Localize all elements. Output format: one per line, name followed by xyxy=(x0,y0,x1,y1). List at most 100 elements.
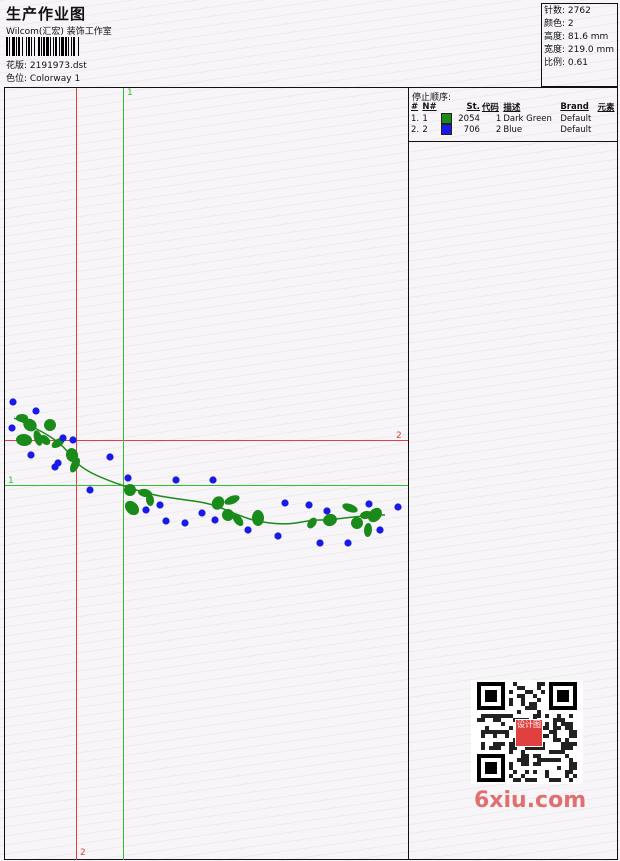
qr-module xyxy=(549,730,553,734)
stitch-count: 针数: 2762 xyxy=(544,6,591,16)
col-code: 代码 xyxy=(481,103,499,113)
qr-module xyxy=(493,730,497,734)
col-desc: 描述 xyxy=(503,103,521,113)
qr-module xyxy=(573,730,577,734)
qr-module xyxy=(525,754,529,758)
qr-module xyxy=(545,726,549,730)
blue-dot-motif xyxy=(9,398,17,406)
col-hash: # xyxy=(411,102,419,112)
qr-module xyxy=(509,766,513,770)
qr-module xyxy=(561,750,565,754)
qr-module xyxy=(573,774,577,778)
qr-module xyxy=(521,758,525,762)
leaf-motif xyxy=(342,503,358,513)
blue-dot-motif xyxy=(162,517,170,525)
qr-module xyxy=(569,778,573,782)
qr-module xyxy=(545,770,549,774)
col-n: N# xyxy=(422,102,437,112)
qr-module xyxy=(565,726,569,730)
embroidery-design xyxy=(8,398,402,547)
qr-module xyxy=(513,770,517,774)
blue-dot-motif xyxy=(106,453,114,461)
qr-module xyxy=(549,778,553,782)
qr-module xyxy=(557,718,561,722)
qr-module xyxy=(489,714,493,718)
qr-module xyxy=(565,742,569,746)
qr-finder xyxy=(485,762,497,774)
qr-module xyxy=(521,754,525,758)
qr-module xyxy=(481,714,485,718)
blue-dot-motif xyxy=(305,501,313,509)
qr-module xyxy=(525,758,529,762)
qr-module xyxy=(533,714,537,718)
qr-module xyxy=(517,694,521,698)
leaf-motif xyxy=(44,419,56,432)
row-element xyxy=(597,113,618,124)
qr-module xyxy=(509,702,513,706)
qr-module xyxy=(509,750,513,754)
qr-module xyxy=(529,702,533,706)
qr-module xyxy=(537,714,541,718)
row-code: 2 xyxy=(495,124,502,135)
qr-module xyxy=(533,762,537,766)
qr-module xyxy=(565,738,569,742)
qr-module xyxy=(525,690,529,694)
qr-module xyxy=(529,690,533,694)
blue-dot-motif xyxy=(181,519,189,527)
qr-finder xyxy=(557,690,569,702)
stats-panel: 针数: 2762 颜色: 2 高度: 81.6 mm 宽度: 219.0 mm … xyxy=(544,5,614,70)
leaf-motif xyxy=(224,495,240,505)
qr-module xyxy=(569,762,573,766)
qr-module xyxy=(537,754,541,758)
qr-module xyxy=(569,770,573,774)
qr-module xyxy=(517,686,521,690)
blue-dot-motif xyxy=(54,459,62,467)
row-description: Dark Green xyxy=(503,113,552,124)
seal-text: 设计图 xyxy=(517,720,541,729)
qr-module xyxy=(509,698,513,702)
qr-module xyxy=(497,714,501,718)
blue-dot-motif xyxy=(8,424,16,432)
qr-module xyxy=(521,762,525,766)
qr-module xyxy=(569,758,573,762)
qr-module xyxy=(481,734,485,738)
qr-module xyxy=(565,722,569,726)
col-stitches: St. xyxy=(466,102,480,112)
leaf-motif xyxy=(307,517,317,529)
table-row: 2. 2 706 2 Blue Default xyxy=(410,124,618,135)
blue-dot-motif xyxy=(244,526,252,534)
leaf-motif xyxy=(124,500,140,516)
qr-module xyxy=(553,722,557,726)
qr-module xyxy=(541,690,545,694)
qr-module xyxy=(569,766,573,770)
blue-dot-motif xyxy=(209,476,217,484)
qr-module xyxy=(521,694,525,698)
qr-module xyxy=(521,750,525,754)
qr-module xyxy=(557,758,561,762)
blue-dot-motif xyxy=(198,509,206,517)
design-height: 高度: 81.6 mm xyxy=(544,32,609,42)
qr-module xyxy=(533,694,537,698)
qr-module xyxy=(557,726,561,730)
qr-module xyxy=(545,758,549,762)
qr-module xyxy=(573,742,577,746)
qr-module xyxy=(525,778,529,782)
col-swatch xyxy=(440,101,455,113)
qr-module xyxy=(569,726,573,730)
qr-module xyxy=(509,746,513,750)
qr-module xyxy=(517,778,521,782)
col-brand: Brand xyxy=(560,102,589,112)
qr-module xyxy=(493,734,497,738)
qr-module xyxy=(509,714,513,718)
qr-module xyxy=(537,710,541,714)
row-code: 1 xyxy=(495,113,502,124)
vine-stem xyxy=(13,417,386,525)
qr-module xyxy=(509,690,513,694)
qr-module xyxy=(521,702,525,706)
qr-module xyxy=(481,718,485,722)
qr-module xyxy=(569,742,573,746)
blue-dot-motif xyxy=(69,436,77,444)
qr-module xyxy=(481,746,485,750)
leaf-motif xyxy=(363,523,373,537)
qr-module xyxy=(569,746,573,750)
